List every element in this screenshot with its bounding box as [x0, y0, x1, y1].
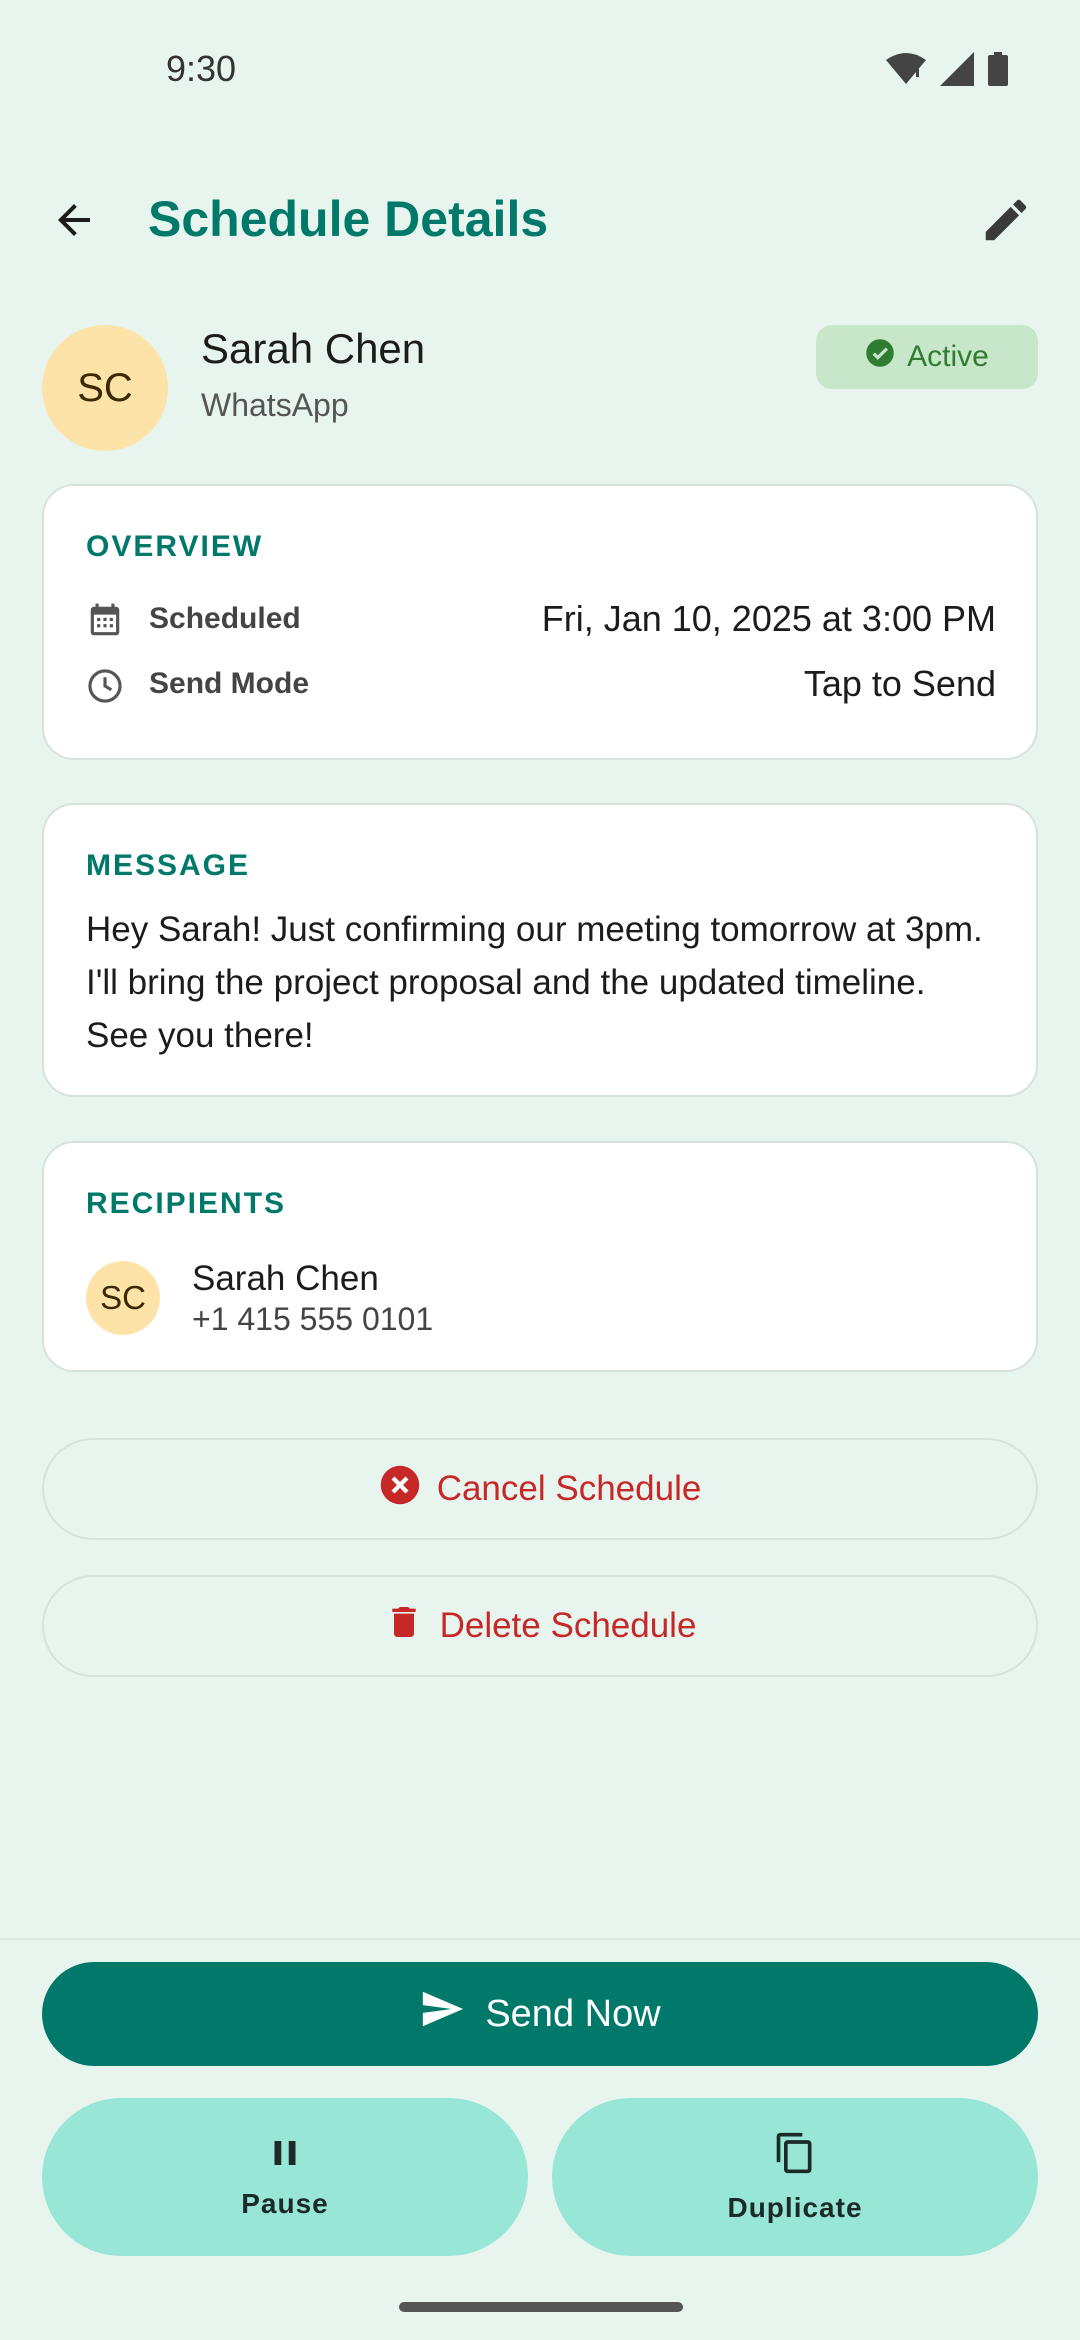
contact-header: SC Sarah Chen WhatsApp Active	[42, 325, 1038, 451]
signal-icon	[940, 52, 974, 86]
status-bar: 9:30	[0, 0, 1080, 140]
send-now-label: Send Now	[485, 1992, 661, 2035]
status-badge: Active	[816, 325, 1038, 389]
overview-value: Fri, Jan 10, 2025 at 3:00 PM	[541, 598, 996, 639]
contact-name: Sarah Chen	[201, 325, 426, 372]
page-title: Schedule Details	[148, 191, 549, 247]
send-now-button[interactable]: Send Now	[42, 1962, 1038, 2066]
recipient-avatar: SC	[86, 1261, 160, 1335]
pause-icon	[267, 2135, 303, 2178]
status-badge-label: Active	[907, 340, 989, 373]
message-card: MESSAGE Hey Sarah! Just confirming our m…	[42, 803, 1038, 1097]
avatar: SC	[42, 325, 168, 451]
clock-icon	[86, 667, 124, 705]
app-bar: Schedule Details	[0, 170, 1080, 270]
status-time: 9:30	[166, 48, 237, 89]
recipient-name: Sarah Chen	[192, 1259, 379, 1298]
cancel-schedule-label: Cancel Schedule	[436, 1469, 702, 1508]
overview-row-scheduled: Scheduled Fri, Jan 10, 2025 at 3:00 PM	[86, 596, 996, 646]
cancel-icon	[379, 1464, 421, 1515]
home-indicator[interactable]	[399, 2302, 683, 2312]
arrow-back-icon	[50, 196, 98, 249]
copy-icon	[773, 2131, 817, 2182]
status-icons	[886, 52, 1008, 86]
wifi-icon	[886, 52, 926, 86]
cancel-schedule-button[interactable]: Cancel Schedule	[42, 1438, 1038, 1540]
overview-card: OVERVIEW Scheduled Fri, Jan 10, 2025 at …	[42, 484, 1038, 760]
calendar-icon	[86, 602, 124, 640]
battery-icon	[988, 52, 1008, 86]
recipients-title: RECIPIENTS	[86, 1187, 287, 1220]
edit-button[interactable]	[968, 184, 1044, 260]
overview-label: Send Mode	[149, 667, 310, 700]
duplicate-button[interactable]: Duplicate	[552, 2098, 1038, 2256]
overview-row-send-mode: Send Mode Tap to Send	[86, 661, 996, 711]
overview-title: OVERVIEW	[86, 530, 264, 563]
divider	[0, 1938, 1080, 1940]
pause-button[interactable]: Pause	[42, 2098, 528, 2256]
recipient-phone: +1 415 555 0101	[192, 1301, 434, 1337]
pencil-icon	[979, 193, 1033, 252]
message-text: Hey Sarah! Just confirming our meeting t…	[86, 910, 983, 1055]
delete-schedule-button[interactable]: Delete Schedule	[42, 1575, 1038, 1677]
delete-schedule-label: Delete Schedule	[439, 1606, 697, 1645]
duplicate-label: Duplicate	[727, 2191, 863, 2223]
pause-label: Pause	[241, 2187, 329, 2219]
message-title: MESSAGE	[86, 849, 251, 882]
check-circle-icon	[865, 338, 895, 376]
contact-app: WhatsApp	[201, 387, 349, 423]
overview-label: Scheduled	[149, 602, 301, 635]
send-icon	[419, 1986, 465, 2042]
overview-value: Tap to Send	[803, 663, 996, 704]
trash-icon	[384, 1602, 424, 1651]
recipients-card: RECIPIENTS SC Sarah Chen +1 415 555 0101	[42, 1141, 1038, 1372]
back-button[interactable]	[36, 184, 112, 260]
